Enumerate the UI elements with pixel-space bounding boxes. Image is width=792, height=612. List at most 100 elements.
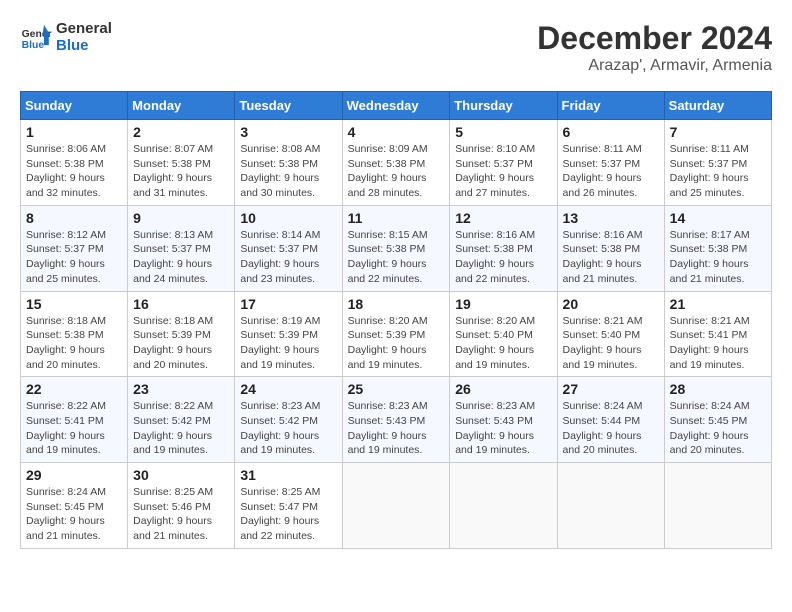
day-cell-8: 8 Sunrise: 8:12 AMSunset: 5:37 PMDayligh… (21, 205, 128, 291)
day-cell-4: 4 Sunrise: 8:09 AMSunset: 5:38 PMDayligh… (342, 120, 450, 206)
weekday-header-monday: Monday (128, 92, 235, 120)
day-number: 18 (348, 296, 445, 312)
day-number: 24 (240, 381, 336, 397)
day-number: 1 (26, 124, 122, 140)
day-cell-19: 19 Sunrise: 8:20 AMSunset: 5:40 PMDaylig… (450, 291, 557, 377)
weekday-header-sunday: Sunday (21, 92, 128, 120)
day-number: 20 (563, 296, 659, 312)
day-cell-30: 30 Sunrise: 8:25 AMSunset: 5:46 PMDaylig… (128, 463, 235, 549)
day-cell-3: 3 Sunrise: 8:08 AMSunset: 5:38 PMDayligh… (235, 120, 342, 206)
day-cell-31: 31 Sunrise: 8:25 AMSunset: 5:47 PMDaylig… (235, 463, 342, 549)
day-info: Sunrise: 8:21 AMSunset: 5:41 PMDaylight:… (670, 315, 750, 371)
day-number: 28 (670, 381, 766, 397)
day-info: Sunrise: 8:25 AMSunset: 5:46 PMDaylight:… (133, 486, 213, 542)
day-cell-25: 25 Sunrise: 8:23 AMSunset: 5:43 PMDaylig… (342, 377, 450, 463)
day-info: Sunrise: 8:16 AMSunset: 5:38 PMDaylight:… (563, 229, 643, 285)
day-cell-20: 20 Sunrise: 8:21 AMSunset: 5:40 PMDaylig… (557, 291, 664, 377)
logo: General Blue General Blue (20, 20, 112, 54)
day-number: 10 (240, 210, 336, 226)
empty-cell (664, 463, 771, 549)
day-info: Sunrise: 8:15 AMSunset: 5:38 PMDaylight:… (348, 229, 428, 285)
empty-cell (342, 463, 450, 549)
day-number: 31 (240, 467, 336, 483)
title-block: December 2024 Arazap', Armavir, Armenia (537, 20, 772, 75)
week-row-5: 29 Sunrise: 8:24 AMSunset: 5:45 PMDaylig… (21, 463, 772, 549)
day-number: 29 (26, 467, 122, 483)
day-cell-10: 10 Sunrise: 8:14 AMSunset: 5:37 PMDaylig… (235, 205, 342, 291)
day-number: 15 (26, 296, 122, 312)
day-info: Sunrise: 8:14 AMSunset: 5:37 PMDaylight:… (240, 229, 320, 285)
day-info: Sunrise: 8:11 AMSunset: 5:37 PMDaylight:… (563, 143, 642, 199)
day-cell-14: 14 Sunrise: 8:17 AMSunset: 5:38 PMDaylig… (664, 205, 771, 291)
day-info: Sunrise: 8:17 AMSunset: 5:38 PMDaylight:… (670, 229, 750, 285)
day-number: 26 (455, 381, 551, 397)
day-number: 25 (348, 381, 445, 397)
day-number: 14 (670, 210, 766, 226)
day-info: Sunrise: 8:24 AMSunset: 5:45 PMDaylight:… (26, 486, 106, 542)
day-info: Sunrise: 8:23 AMSunset: 5:43 PMDaylight:… (348, 400, 428, 456)
day-cell-12: 12 Sunrise: 8:16 AMSunset: 5:38 PMDaylig… (450, 205, 557, 291)
day-info: Sunrise: 8:09 AMSunset: 5:38 PMDaylight:… (348, 143, 428, 199)
empty-cell (557, 463, 664, 549)
logo-line1: General (56, 20, 112, 37)
day-info: Sunrise: 8:16 AMSunset: 5:38 PMDaylight:… (455, 229, 535, 285)
svg-text:Blue: Blue (22, 40, 45, 51)
day-number: 12 (455, 210, 551, 226)
day-cell-21: 21 Sunrise: 8:21 AMSunset: 5:41 PMDaylig… (664, 291, 771, 377)
page-subtitle: Arazap', Armavir, Armenia (537, 57, 772, 75)
day-info: Sunrise: 8:13 AMSunset: 5:37 PMDaylight:… (133, 229, 213, 285)
day-info: Sunrise: 8:20 AMSunset: 5:39 PMDaylight:… (348, 315, 428, 371)
day-info: Sunrise: 8:07 AMSunset: 5:38 PMDaylight:… (133, 143, 213, 199)
day-info: Sunrise: 8:20 AMSunset: 5:40 PMDaylight:… (455, 315, 535, 371)
day-number: 6 (563, 124, 659, 140)
day-number: 17 (240, 296, 336, 312)
day-number: 2 (133, 124, 229, 140)
day-number: 16 (133, 296, 229, 312)
day-number: 13 (563, 210, 659, 226)
day-info: Sunrise: 8:25 AMSunset: 5:47 PMDaylight:… (240, 486, 320, 542)
day-number: 8 (26, 210, 122, 226)
day-number: 21 (670, 296, 766, 312)
day-info: Sunrise: 8:18 AMSunset: 5:39 PMDaylight:… (133, 315, 213, 371)
day-number: 9 (133, 210, 229, 226)
week-row-3: 15 Sunrise: 8:18 AMSunset: 5:38 PMDaylig… (21, 291, 772, 377)
day-info: Sunrise: 8:12 AMSunset: 5:37 PMDaylight:… (26, 229, 106, 285)
day-info: Sunrise: 8:10 AMSunset: 5:37 PMDaylight:… (455, 143, 535, 199)
weekday-header-tuesday: Tuesday (235, 92, 342, 120)
day-cell-7: 7 Sunrise: 8:11 AMSunset: 5:37 PMDayligh… (664, 120, 771, 206)
day-cell-29: 29 Sunrise: 8:24 AMSunset: 5:45 PMDaylig… (21, 463, 128, 549)
weekday-header-friday: Friday (557, 92, 664, 120)
logo-icon: General Blue (20, 21, 52, 53)
day-cell-13: 13 Sunrise: 8:16 AMSunset: 5:38 PMDaylig… (557, 205, 664, 291)
day-info: Sunrise: 8:19 AMSunset: 5:39 PMDaylight:… (240, 315, 320, 371)
day-number: 23 (133, 381, 229, 397)
day-number: 19 (455, 296, 551, 312)
day-info: Sunrise: 8:11 AMSunset: 5:37 PMDaylight:… (670, 143, 749, 199)
day-cell-22: 22 Sunrise: 8:22 AMSunset: 5:41 PMDaylig… (21, 377, 128, 463)
day-info: Sunrise: 8:18 AMSunset: 5:38 PMDaylight:… (26, 315, 106, 371)
day-info: Sunrise: 8:24 AMSunset: 5:44 PMDaylight:… (563, 400, 643, 456)
day-info: Sunrise: 8:22 AMSunset: 5:41 PMDaylight:… (26, 400, 106, 456)
day-cell-24: 24 Sunrise: 8:23 AMSunset: 5:42 PMDaylig… (235, 377, 342, 463)
page-title: December 2024 (537, 20, 772, 57)
day-number: 22 (26, 381, 122, 397)
calendar-table: SundayMondayTuesdayWednesdayThursdayFrid… (20, 91, 772, 549)
day-number: 11 (348, 210, 445, 226)
day-cell-9: 9 Sunrise: 8:13 AMSunset: 5:37 PMDayligh… (128, 205, 235, 291)
weekday-header-wednesday: Wednesday (342, 92, 450, 120)
day-number: 5 (455, 124, 551, 140)
day-cell-15: 15 Sunrise: 8:18 AMSunset: 5:38 PMDaylig… (21, 291, 128, 377)
day-cell-23: 23 Sunrise: 8:22 AMSunset: 5:42 PMDaylig… (128, 377, 235, 463)
day-number: 3 (240, 124, 336, 140)
week-row-2: 8 Sunrise: 8:12 AMSunset: 5:37 PMDayligh… (21, 205, 772, 291)
day-number: 30 (133, 467, 229, 483)
day-number: 7 (670, 124, 766, 140)
day-info: Sunrise: 8:23 AMSunset: 5:43 PMDaylight:… (455, 400, 535, 456)
day-cell-11: 11 Sunrise: 8:15 AMSunset: 5:38 PMDaylig… (342, 205, 450, 291)
empty-cell (450, 463, 557, 549)
day-info: Sunrise: 8:23 AMSunset: 5:42 PMDaylight:… (240, 400, 320, 456)
weekday-header-row: SundayMondayTuesdayWednesdayThursdayFrid… (21, 92, 772, 120)
day-info: Sunrise: 8:21 AMSunset: 5:40 PMDaylight:… (563, 315, 643, 371)
day-cell-6: 6 Sunrise: 8:11 AMSunset: 5:37 PMDayligh… (557, 120, 664, 206)
week-row-4: 22 Sunrise: 8:22 AMSunset: 5:41 PMDaylig… (21, 377, 772, 463)
